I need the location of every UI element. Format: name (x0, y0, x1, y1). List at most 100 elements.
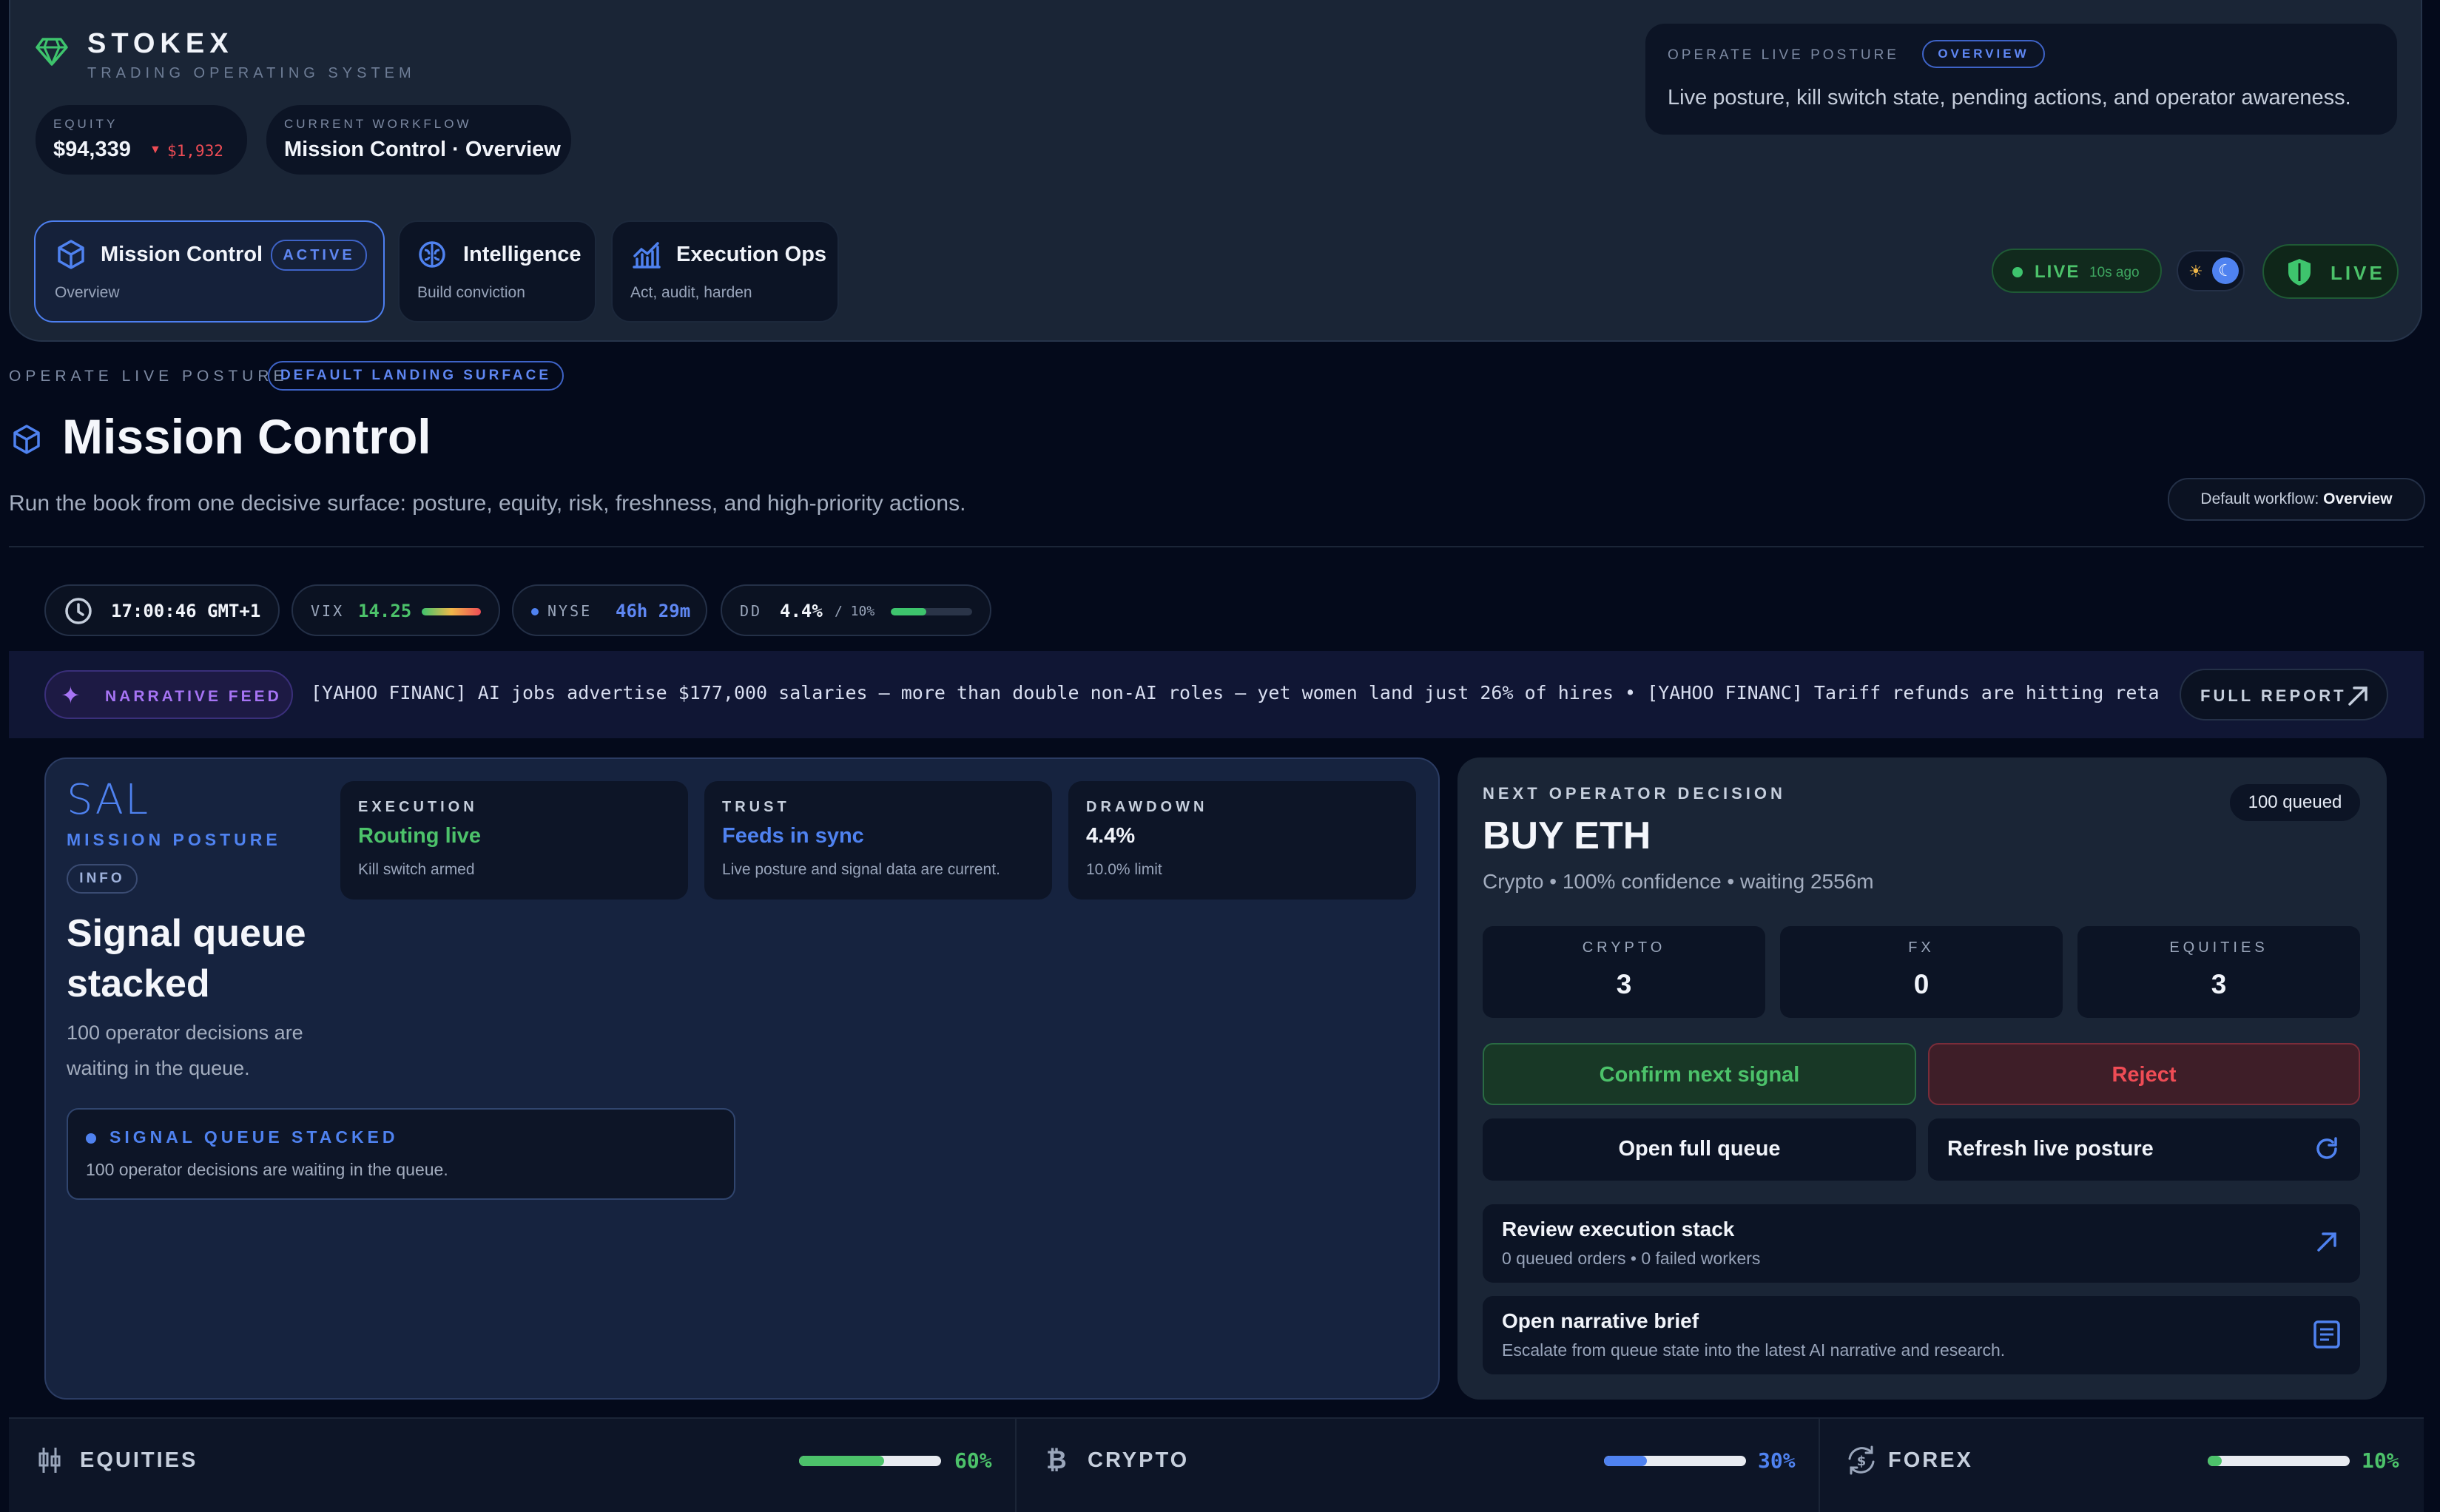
clock-stat: 17:00:46 GMT+1 (44, 584, 280, 636)
full-report-button[interactable]: FULL REPORT (2180, 669, 2388, 720)
dd-label: DD (740, 602, 763, 620)
alert-dot-icon (86, 1133, 96, 1144)
live-ago: 10s ago (2089, 265, 2140, 280)
crypto-count: CRYPTO 3 (1483, 926, 1765, 1018)
default-landing-badge: DEFAULT LANDING SURFACE (268, 361, 564, 391)
candlestick-icon (37, 1445, 62, 1475)
brand-name: STOKEX (87, 28, 234, 59)
external-arrow-icon (2345, 684, 2370, 709)
chart-line-icon (632, 240, 661, 269)
narrative-feed-label: NARRATIVE FEED (105, 688, 282, 705)
vix-gauge (422, 608, 481, 615)
posture-title: Signal queue stacked (67, 912, 306, 1005)
kill-switch-live-button[interactable]: LIVE (2262, 244, 2399, 299)
review-execution-sub: 0 queued orders • 0 failed workers (1502, 1249, 1761, 1268)
theme-toggle[interactable]: ☀ ☾ (2177, 250, 2245, 291)
page-cube-icon (10, 423, 43, 456)
page-eyebrow: OPERATE LIVE POSTURE (9, 368, 289, 385)
sun-icon: ☀ (2188, 262, 2203, 280)
tab-intelligence[interactable]: Intelligence Build conviction (398, 220, 596, 323)
equities-count-label: EQUITIES (2169, 939, 2268, 956)
narrative-brief-row[interactable]: Open narrative brief Escalate from queue… (1483, 1296, 2360, 1374)
tab-mission-control-title: Mission Control (101, 243, 263, 266)
drawdown-card-label: DRAWDOWN (1086, 799, 1208, 815)
currency-exchange-icon: $ (1845, 1444, 1878, 1476)
trust-card-sub: Live posture and signal data are current… (722, 861, 1000, 878)
tab-mission-control-sub: Overview (55, 284, 120, 301)
default-workflow-value: Overview (2323, 490, 2393, 507)
nyse-stat: NYSE 46h 29m (512, 584, 707, 636)
crypto-count-label: CRYPTO (1582, 939, 1666, 956)
fx-count-value: 0 (1913, 969, 1930, 999)
brain-icon (417, 240, 447, 269)
tab-execution-ops[interactable]: Execution Ops Act, audit, harden (611, 220, 839, 323)
refresh-icon (2313, 1135, 2341, 1163)
workflow-value: Mission Control · Overview (284, 138, 561, 161)
fx-count-label: FX (1908, 939, 1935, 956)
equities-alloc-fill (799, 1456, 885, 1466)
mission-posture-label: MISSION POSTURE (67, 830, 281, 849)
forex-alloc-pct: 10% (2362, 1448, 2399, 1473)
crypto-alloc-pct: 30% (1758, 1448, 1796, 1473)
svg-text:$: $ (1857, 1454, 1867, 1469)
alloc-divider (1015, 1417, 1017, 1512)
shield-live-label: LIVE (2331, 262, 2385, 284)
queue-alert: SIGNAL QUEUE STACKED 100 operator decisi… (67, 1108, 735, 1200)
narrative-ticker: [YAHOO FINANC] AI jobs advertise $177,00… (311, 682, 2160, 703)
sal-logo: SAL (67, 776, 150, 824)
queued-badge: 100 queued (2230, 784, 2360, 821)
tab-intelligence-sub: Build conviction (417, 284, 525, 301)
alert-description: 100 operator decisions are waiting in th… (86, 1160, 448, 1179)
execution-card-sub: Kill switch armed (358, 861, 475, 878)
overview-badge: OVERVIEW (1922, 40, 2045, 68)
equities-alloc-title: EQUITIES (80, 1448, 198, 1472)
trust-card-label: TRUST (722, 799, 790, 815)
crypto-count-value: 3 (1616, 969, 1632, 999)
crypto-alloc-title: CRYPTO (1088, 1448, 1190, 1472)
nyse-dot-icon (531, 608, 539, 615)
vix-value: 14.25 (358, 601, 412, 621)
header-description: OPERATE LIVE POSTURE OVERVIEW Live postu… (1645, 24, 2397, 135)
fx-count: FX 0 (1780, 926, 2063, 1018)
brand-subtitle: TRADING OPERATING SYSTEM (87, 65, 416, 81)
dd-gauge-fill (891, 608, 927, 615)
moon-icon: ☾ (2212, 257, 2239, 284)
equities-alloc-bar (799, 1456, 941, 1466)
cube-icon (55, 238, 87, 271)
drawdown-stat: DD 4.4% / 10% (721, 584, 991, 636)
drawdown-card-sub: 10.0% limit (1086, 861, 1162, 878)
active-badge: ACTIVE (271, 240, 367, 271)
dd-gauge (891, 608, 972, 615)
tab-mission-control[interactable]: Mission Control ACTIVE Overview (34, 220, 385, 323)
workflow-label: CURRENT WORKFLOW (284, 117, 472, 131)
vix-stat: VIX 14.25 (291, 584, 500, 636)
reject-button[interactable]: Reject (1928, 1043, 2360, 1105)
alert-title: SIGNAL QUEUE STACKED (109, 1127, 399, 1147)
alloc-divider (1819, 1417, 1820, 1512)
refresh-posture-label: Refresh live posture (1947, 1137, 2154, 1161)
open-queue-button[interactable]: Open full queue (1483, 1118, 1916, 1181)
dd-limit: / 10% (835, 604, 875, 619)
equity-value: $94,339 (53, 138, 131, 161)
review-execution-title: Review execution stack (1502, 1218, 1735, 1241)
shield-icon (2286, 257, 2313, 287)
down-arrow-icon: ▼ (149, 144, 161, 156)
narrative-brief-title: Open narrative brief (1502, 1309, 1699, 1332)
equity-change: $1,932 (167, 142, 223, 160)
tab-execution-ops-sub: Act, audit, harden (630, 284, 752, 301)
nyse-value: 46h 29m (616, 601, 691, 621)
diamond-logo-icon (36, 37, 68, 67)
execution-card-label: EXECUTION (358, 799, 478, 815)
refresh-posture-button[interactable]: Refresh live posture (1928, 1118, 2360, 1181)
bitcoin-icon: ₿ (1046, 1446, 1067, 1474)
page-description: Run the book from one decisive surface: … (9, 491, 966, 516)
info-badge: INFO (67, 864, 138, 894)
arrow-up-right-icon (2314, 1229, 2339, 1255)
execution-card: EXECUTION Routing live Kill switch armed (340, 781, 688, 900)
default-workflow-label: Default workflow: (2200, 490, 2319, 507)
decision-label: NEXT OPERATOR DECISION (1483, 784, 1786, 803)
decision-title: BUY ETH (1483, 814, 1651, 857)
review-execution-row[interactable]: Review execution stack 0 queued orders •… (1483, 1204, 2360, 1283)
header-desc-text: Live posture, kill switch state, pending… (1668, 86, 2351, 109)
confirm-signal-button[interactable]: Confirm next signal (1483, 1043, 1916, 1105)
